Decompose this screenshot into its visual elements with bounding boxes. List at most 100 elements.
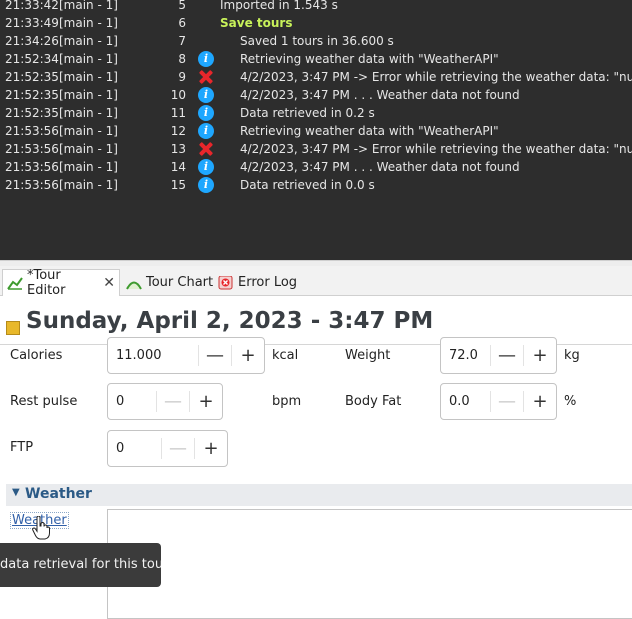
weight-unit: kg xyxy=(564,348,580,363)
tour-editor-icon xyxy=(7,276,23,290)
log-thread: [main - 1] xyxy=(59,178,118,192)
increment-button[interactable]: + xyxy=(190,384,222,419)
log-time: 21:34:26 xyxy=(5,34,59,48)
error-icon xyxy=(198,141,214,157)
decrement-button[interactable]: — xyxy=(199,338,231,373)
log-sequence-number: 9 xyxy=(178,70,186,84)
log-row: 21:53:56 [main - 1] 15 i Data retrieved in 0… xyxy=(0,176,632,194)
tour-chart-icon xyxy=(126,276,142,290)
tab-error-log[interactable]: Error Log xyxy=(214,269,301,296)
log-time: 21:53:56 xyxy=(5,178,59,192)
log-message: 4/2/2023, 3:47 PM -> Error while retriev… xyxy=(240,142,632,156)
info-icon: i xyxy=(198,177,214,193)
log-row: 21:52:35 [main - 1] 9 4/2/2023, 3:47 PM -> … xyxy=(0,68,632,86)
log-time: 21:52:35 xyxy=(5,70,59,84)
log-thread: [main - 1] xyxy=(59,0,118,12)
weather-section-title: Weather xyxy=(25,486,92,502)
log-thread: [main - 1] xyxy=(59,34,118,48)
log-thread: [main - 1] xyxy=(59,70,118,84)
body-fat-stepper[interactable]: 0.0 — + xyxy=(440,383,557,420)
increment-button[interactable]: + xyxy=(195,431,227,466)
weather-description-textarea[interactable] xyxy=(107,509,632,619)
log-time: 21:52:35 xyxy=(5,88,59,102)
log-sequence-number: 12 xyxy=(170,124,186,138)
increment-button[interactable]: + xyxy=(524,384,556,419)
error-log-icon xyxy=(218,275,234,290)
log-thread: [main - 1] xyxy=(59,16,118,30)
log-sequence-number: 7 xyxy=(178,34,186,48)
body-fat-value[interactable]: 0.0 xyxy=(441,384,490,419)
log-sequence-number: 8 xyxy=(178,52,186,66)
hand-cursor-icon xyxy=(32,515,50,540)
body-fat-unit: % xyxy=(564,394,577,409)
calories-value[interactable]: 11.000 xyxy=(108,338,198,373)
log-time: 21:53:56 xyxy=(5,124,59,138)
log-message: Retrieving weather data with "WeatherAPI… xyxy=(240,52,499,66)
log-row: 21:34:26 [main - 1] 7 Saved 1 tours in 36.6… xyxy=(0,32,632,50)
decrement-button[interactable]: — xyxy=(491,384,523,419)
increment-button[interactable]: + xyxy=(232,338,264,373)
log-thread: [main - 1] xyxy=(59,124,118,138)
log-thread: [main - 1] xyxy=(59,142,118,156)
log-sequence-number: 14 xyxy=(170,160,186,174)
rest-pulse-value[interactable]: 0 xyxy=(108,384,156,419)
info-icon: i xyxy=(198,51,214,67)
log-row: 21:53:56 [main - 1] 12 i Retrieving weather … xyxy=(0,122,632,140)
log-time: 21:53:56 xyxy=(5,142,59,156)
info-icon: i xyxy=(198,87,214,103)
error-icon xyxy=(198,69,214,85)
chevron-down-icon[interactable]: ▼ xyxy=(12,487,20,498)
log-row: 21:53:56 [main - 1] 14 i 4/2/2023, 3:47 PM .… xyxy=(0,158,632,176)
calories-unit: kcal xyxy=(272,348,299,363)
page-title: Sunday, April 2, 2023 - 3:47 PM xyxy=(26,308,434,334)
weather-tooltip: data retrieval for this tour xyxy=(0,543,161,587)
ftp-value[interactable]: 0 xyxy=(108,431,161,466)
info-icon: i xyxy=(198,123,214,139)
log-thread: [main - 1] xyxy=(59,106,118,120)
weight-stepper[interactable]: 72.0 — + xyxy=(440,337,557,374)
log-message: Retrieving weather data with "WeatherAPI… xyxy=(240,124,499,138)
decrement-button[interactable]: — xyxy=(162,431,194,466)
log-time: 21:33:49 xyxy=(5,16,59,30)
decrement-button[interactable]: — xyxy=(491,338,523,373)
log-time: 21:53:56 xyxy=(5,160,59,174)
log-panel: 21:33:42 [main - 1] 5 Imported in 1.543 s 21… xyxy=(0,0,632,260)
log-thread: [main - 1] xyxy=(59,160,118,174)
log-sequence-number: 15 xyxy=(170,178,186,192)
log-message: 4/2/2023, 3:47 PM -> Error while retriev… xyxy=(240,70,632,84)
log-sequence-number: 13 xyxy=(170,142,186,156)
tour-type-icon xyxy=(6,321,20,335)
log-message: Imported in 1.543 s xyxy=(220,0,338,12)
rest-pulse-stepper[interactable]: 0 — + xyxy=(107,383,223,420)
rest-pulse-unit: bpm xyxy=(272,394,302,409)
log-row: 21:33:49 [main - 1] 6 Save tours xyxy=(0,14,632,32)
log-row: 21:53:56 [main - 1] 13 4/2/2023, 3:47 PM ->… xyxy=(0,140,632,158)
tab-label: Tour Chart xyxy=(146,275,214,290)
log-message: Save tours xyxy=(220,16,293,30)
info-icon: i xyxy=(198,159,214,175)
body-fat-label: Body Fat xyxy=(345,394,402,409)
log-message: Data retrieved in 0.0 s xyxy=(240,178,375,192)
log-message: 4/2/2023, 3:47 PM . . . Weather data not… xyxy=(240,88,520,102)
log-message: Data retrieved in 0.2 s xyxy=(240,106,375,120)
decrement-button[interactable]: — xyxy=(157,384,189,419)
log-row: 21:33:42 [main - 1] 5 Imported in 1.543 s xyxy=(0,0,632,14)
tab-label: Error Log xyxy=(238,275,298,290)
weather-section-header[interactable]: ▼ Weather xyxy=(6,484,632,506)
calories-stepper[interactable]: 11.000 — + xyxy=(107,337,265,374)
info-icon: i xyxy=(198,105,214,121)
log-time: 21:52:34 xyxy=(5,52,59,66)
log-thread: [main - 1] xyxy=(59,52,118,66)
weight-value[interactable]: 72.0 xyxy=(441,338,490,373)
tab-tour-editor[interactable]: *Tour Editor ✕ xyxy=(2,268,120,298)
increment-button[interactable]: + xyxy=(524,338,556,373)
calories-label: Calories xyxy=(10,348,63,363)
log-row: 21:52:35 [main - 1] 10 i 4/2/2023, 3:47 PM .… xyxy=(0,86,632,104)
log-message: 4/2/2023, 3:47 PM . . . Weather data not… xyxy=(240,160,520,174)
close-icon[interactable]: ✕ xyxy=(103,275,115,291)
log-row: 21:52:34 [main - 1] 8 i Retrieving weather d… xyxy=(0,50,632,68)
log-message: Saved 1 tours in 36.600 s xyxy=(240,34,394,48)
log-sequence-number: 5 xyxy=(178,0,186,12)
ftp-stepper[interactable]: 0 — + xyxy=(107,430,228,467)
tab-tour-chart[interactable]: Tour Chart xyxy=(122,269,217,296)
